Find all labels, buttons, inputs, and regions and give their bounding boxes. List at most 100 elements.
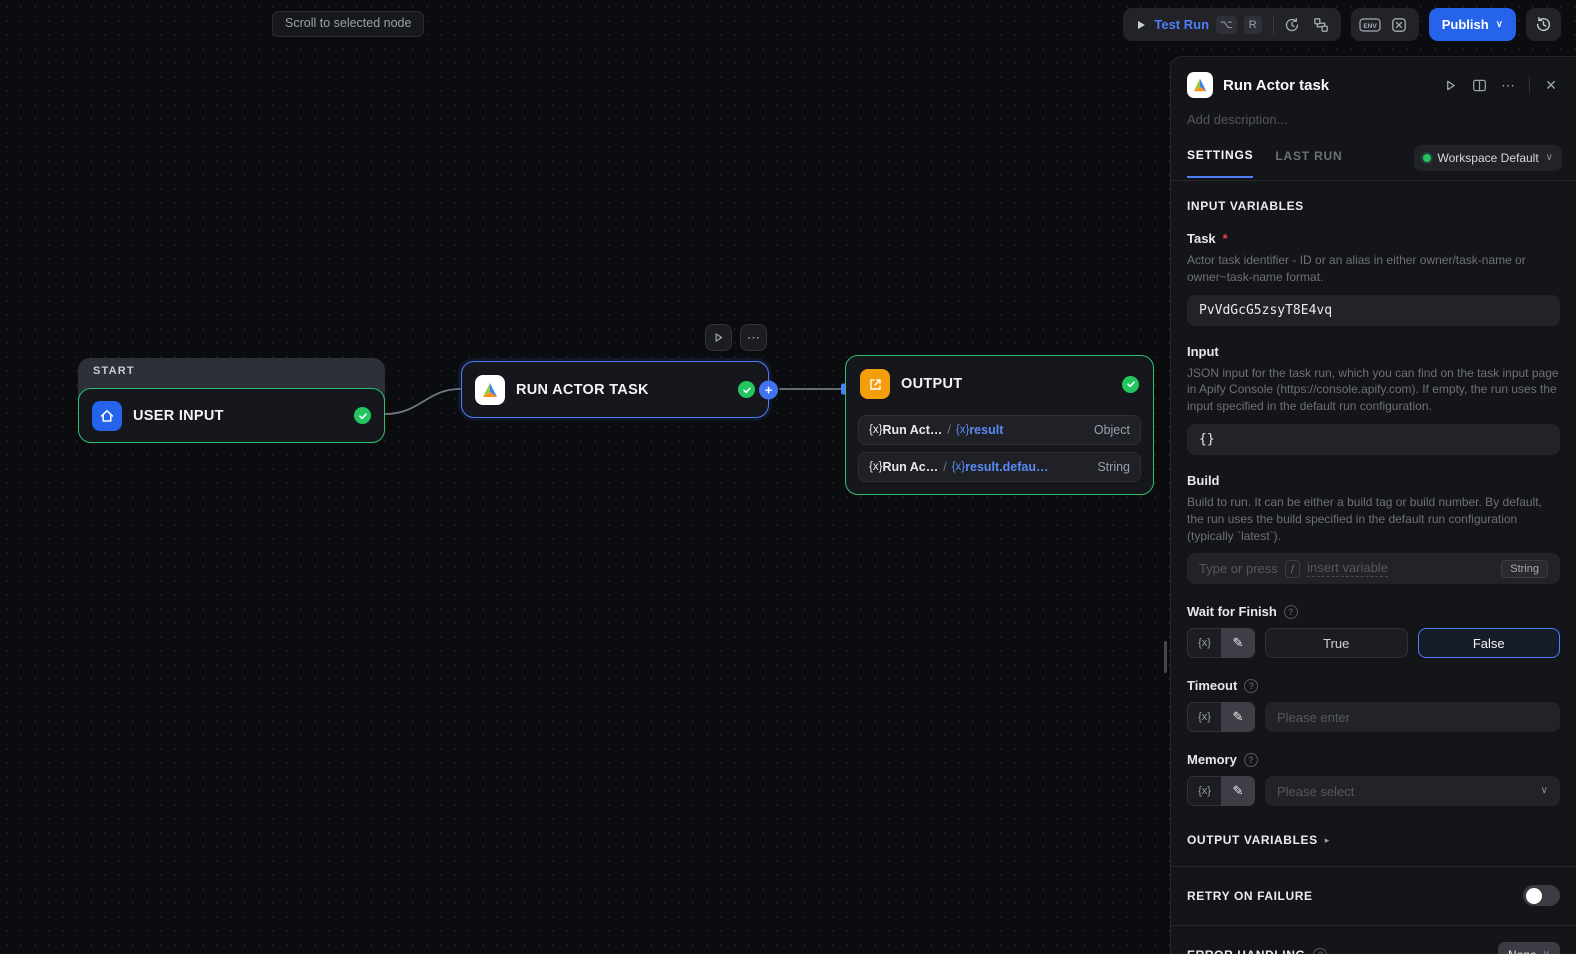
field-memory: Memory ? {x} ✎ Please select ∨	[1187, 752, 1560, 807]
wait-for-finish-label: Wait for Finish	[1187, 604, 1277, 620]
help-icon[interactable]: ?	[1243, 752, 1258, 767]
panel-tabs: SETTINGS LAST RUN Workspace Default ∨	[1171, 127, 1576, 181]
variable-icon: {x}	[869, 424, 883, 436]
run-node-button[interactable]	[1437, 72, 1463, 98]
auto-layout-button[interactable]	[1307, 11, 1336, 38]
path-separator: /	[947, 423, 951, 437]
variable-icon: {x}	[951, 461, 966, 473]
clear-variables-button[interactable]	[1385, 11, 1414, 38]
node-play-button[interactable]	[705, 324, 732, 351]
close-panel-button[interactable]: ✕	[1538, 72, 1564, 98]
split-view-button[interactable]	[1466, 72, 1492, 98]
input-json-input[interactable]: {}	[1187, 423, 1560, 455]
apify-icon	[1187, 72, 1213, 98]
help-icon[interactable]: ?	[1244, 678, 1259, 693]
node-more-button[interactable]: ⋯	[740, 324, 767, 351]
history-clock-icon	[1536, 17, 1551, 32]
true-button[interactable]: True	[1265, 628, 1408, 659]
add-next-node-button[interactable]: +	[759, 380, 778, 399]
variable-mode-button[interactable]: {x}	[1187, 628, 1221, 659]
panel-scrollbar[interactable]	[1164, 641, 1167, 673]
chevron-down-icon: ∨	[1543, 950, 1550, 954]
error-handling-value: None	[1508, 948, 1537, 954]
header-divider	[1529, 77, 1530, 93]
panel-body: INPUT VARIABLES Task * Actor task identi…	[1171, 181, 1576, 954]
false-button[interactable]: False	[1417, 628, 1560, 659]
memory-label: Memory	[1187, 752, 1237, 768]
run-history-icon	[1286, 17, 1299, 31]
variables-x-icon	[1392, 17, 1407, 32]
error-handling-heading: ERROR HANDLING	[1187, 948, 1305, 954]
workspace-selector[interactable]: Workspace Default ∨	[1413, 145, 1562, 171]
node-toolbar: ⋯	[705, 324, 767, 351]
workspace-label: Workspace Default	[1437, 151, 1539, 165]
description-input[interactable]: Add description...	[1171, 98, 1576, 127]
auto-layout-icon	[1314, 17, 1329, 32]
retry-on-failure-heading: RETRY ON FAILURE	[1187, 888, 1313, 903]
field-label: Memory ?	[1187, 752, 1560, 767]
run-history-button[interactable]	[1278, 11, 1307, 38]
error-handling-section: ERROR HANDLING ? None ∨	[1187, 942, 1560, 954]
retry-on-failure-section: RETRY ON FAILURE	[1187, 885, 1560, 907]
node-config-panel: Run Actor task ⋯ ✕ Add description... SE…	[1170, 56, 1576, 954]
node-output[interactable]: OUTPUT {x} Run Act… / {x} result Object {x…	[845, 355, 1154, 495]
retry-toggle[interactable]	[1523, 885, 1560, 907]
variable-icon: {x}	[955, 424, 970, 436]
help-icon[interactable]: ?	[1283, 604, 1298, 619]
field-task: Task * Actor task identifier - ID or an …	[1187, 231, 1560, 326]
task-input[interactable]: PvVdGcG5zsyT8E4vq	[1187, 294, 1560, 326]
env-variables-button[interactable]: ENV	[1356, 11, 1385, 38]
input-variables-heading: INPUT VARIABLES	[1187, 199, 1304, 213]
variable-mode-button[interactable]: {x}	[1187, 702, 1221, 733]
placeholder-text: Please enter	[1277, 709, 1350, 725]
build-input[interactable]: Type or press / insert variable String	[1187, 553, 1560, 585]
toolbar-divider	[1272, 15, 1274, 34]
variable-type: String	[1097, 460, 1130, 474]
tab-last-run[interactable]: LAST RUN	[1275, 149, 1342, 177]
version-history-button[interactable]	[1526, 8, 1561, 41]
test-run-label: Test Run	[1154, 17, 1210, 32]
output-variables-section[interactable]: OUTPUT VARIABLES ▸	[1187, 833, 1560, 847]
help-icon[interactable]: ?	[1313, 948, 1328, 954]
success-check-icon	[1122, 375, 1139, 393]
field-wait-for-finish: Wait for Finish ? {x} ✎ True False	[1187, 604, 1560, 659]
variable-mode-button[interactable]: {x}	[1187, 776, 1221, 807]
node-run-actor-task[interactable]: RUN ACTOR TASK +	[461, 361, 778, 418]
manual-edit-mode-button[interactable]: ✎	[1221, 628, 1255, 659]
insert-variable-link[interactable]: insert variable	[1307, 560, 1389, 578]
field-label: Build	[1187, 473, 1560, 488]
output-icon	[860, 369, 890, 399]
variable-source: Run Ac…	[882, 460, 939, 474]
memory-controls: {x} ✎ Please select ∨	[1187, 776, 1560, 807]
panel-header-actions: ⋯ ✕	[1437, 72, 1564, 98]
error-handling-select[interactable]: None ∨	[1497, 942, 1560, 954]
test-run-button[interactable]: Test Run ⌥ R	[1128, 11, 1268, 38]
timeout-input[interactable]: Please enter	[1265, 702, 1560, 733]
panel-header: Run Actor task ⋯ ✕	[1171, 57, 1576, 98]
field-label: Task *	[1187, 231, 1560, 246]
success-check-icon	[738, 381, 755, 398]
tab-settings[interactable]: SETTINGS	[1187, 148, 1254, 178]
publish-button[interactable]: Publish ∨	[1428, 8, 1516, 41]
output-variable-row: {x} Run Act… / {x} result Object	[858, 415, 1141, 445]
input-mode-toggle: {x} ✎	[1187, 702, 1255, 733]
node-title: RUN ACTOR TASK	[516, 381, 649, 398]
shortcut-alt-key: ⌥	[1216, 15, 1237, 34]
env-icon: ENV	[1359, 17, 1381, 32]
timeout-label: Timeout	[1187, 678, 1238, 694]
slash-key-icon: /	[1284, 559, 1301, 578]
chevron-down-icon: ∨	[1545, 152, 1553, 163]
variable-icon: {x}	[869, 461, 883, 473]
more-options-button[interactable]: ⋯	[1495, 72, 1521, 98]
scroll-to-selected-node-button[interactable]: Scroll to selected node	[272, 11, 425, 37]
memory-select[interactable]: Please select ∨	[1265, 776, 1560, 807]
node-user-input[interactable]: USER INPUT	[78, 388, 385, 443]
panel-title: Run Actor task	[1223, 76, 1330, 94]
manual-edit-mode-button[interactable]: ✎	[1221, 702, 1255, 733]
publish-label: Publish	[1441, 17, 1489, 32]
variable-path: result.defau…	[965, 460, 1049, 474]
manual-edit-mode-button[interactable]: ✎	[1221, 776, 1255, 807]
variable-type: Object	[1093, 423, 1130, 437]
input-label: Input	[1187, 343, 1219, 359]
svg-text:ENV: ENV	[1364, 23, 1378, 30]
